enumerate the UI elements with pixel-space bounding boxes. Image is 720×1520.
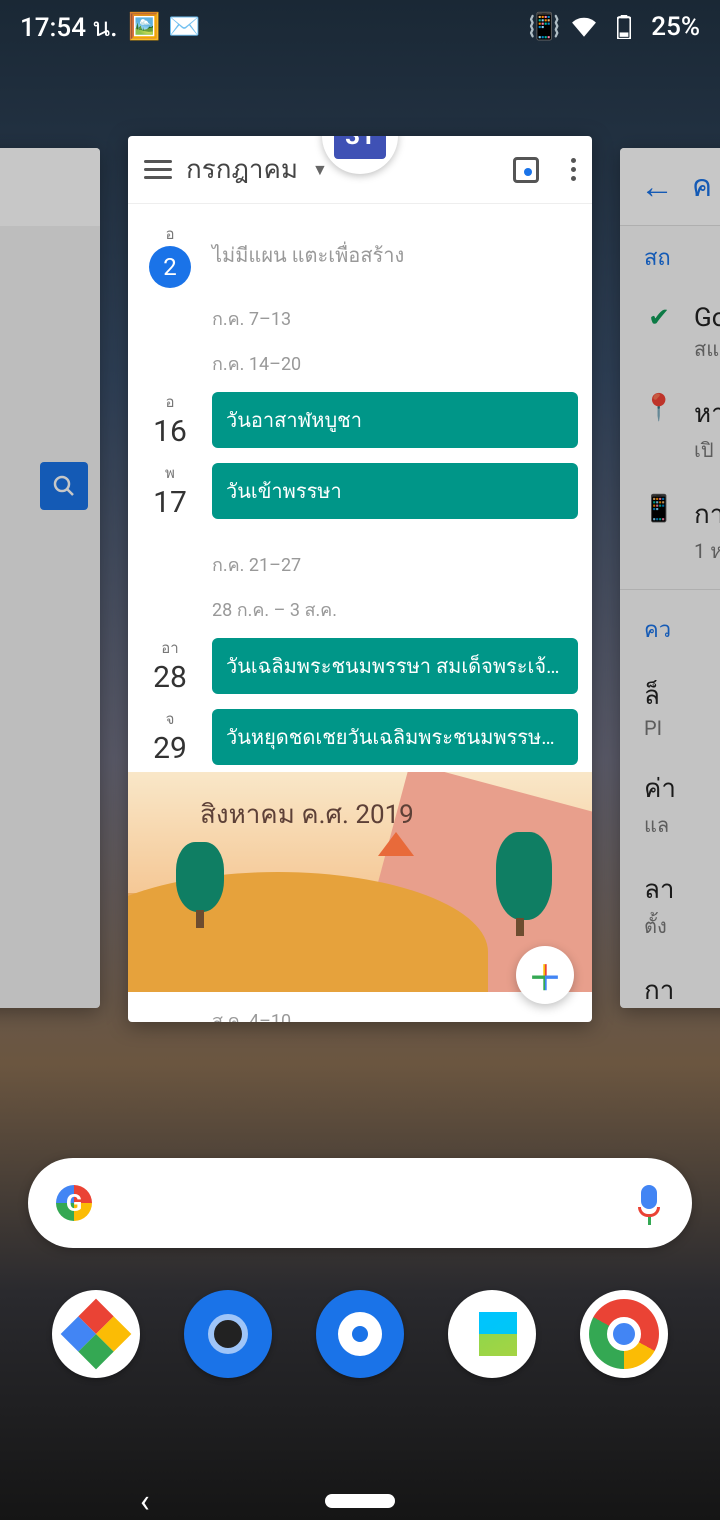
event-kings-birthday[interactable]: วันเฉลิมพระชนมพรรษา สมเด็จพระเจ้าอยู่หัว… [212,638,578,694]
app-camera[interactable] [184,1290,272,1378]
overflow-icon[interactable] [571,158,576,181]
system-nav-bar: ‹ [0,1494,720,1508]
app-chrome[interactable] [580,1290,668,1378]
fab-add-event[interactable]: ＋ [516,946,574,1004]
voice-search-icon[interactable] [634,1185,664,1221]
battery-icon [611,14,637,40]
recent-card-settings[interactable]: ← ค สถ ✔︎ Goสแ 📍 หาเปิ 📱 กา1 ห คว ล็PI ค… [620,148,720,1008]
recent-card-browser[interactable]: 1 ⋮ [0,148,100,1008]
location-pin-icon: 📍 [644,393,674,423]
home-dock [0,1290,720,1378]
section-label: สถ [620,226,720,289]
event-row[interactable]: พ17 วันเข้าพรรษา [128,455,592,526]
settings-title: ค [692,163,712,210]
battery-percent: 25% [651,12,700,42]
section-label: คว [620,598,720,661]
app-settings[interactable] [316,1290,404,1378]
status-time: 17:54 น. [20,7,117,48]
device-icon: 📱 [644,494,674,524]
back-arrow-icon[interactable]: ← [640,167,674,207]
app-play-store[interactable] [448,1290,536,1378]
menu-icon[interactable] [144,160,172,179]
event-lent[interactable]: วันเข้าพรรษา [212,463,578,519]
empty-plan-text: ไม่มีแผน แตะเพื่อสร้าง [212,239,404,271]
wifi-icon [571,14,597,40]
app-photos[interactable] [52,1290,140,1378]
recents-overview: 1 ⋮ ← ค สถ ✔︎ Goสแ 📍 หาเปิ 📱 กา1 [0,130,720,1025]
recent-card-calendar[interactable]: 31 กรกฎาคม ▼ อ 2 ไม่มีแผน แตะเพื่อสร้าง … [128,136,592,1022]
event-row[interactable]: จ29 วันหยุดชดเชยวันเฉลิมพระชนมพรรษา สมเด… [128,701,592,772]
next-month-label: สิงหาคม ค.ศ. 2019 [200,794,414,835]
week-label: ส.ค. 4–10 [128,996,592,1022]
settings-row[interactable]: ค่าแล [620,754,720,855]
week-label: ก.ค. 21–27 [128,540,592,585]
month-title[interactable]: กรกฎาคม [186,149,298,190]
google-logo-icon [56,1185,92,1221]
event-row[interactable]: อา28 วันเฉลิมพระชนมพรรษา สมเด็จพระเจ้าอย… [128,630,592,701]
plus-icon: ＋ [528,951,562,1000]
status-bar: 17:54 น. 🖼️ ✉️ 📳 25% [0,0,720,54]
today-dow: อ [165,222,174,246]
nav-back-button[interactable]: ‹ [140,1482,150,1520]
divider [620,589,720,590]
settings-row[interactable]: 📱 กา1 ห [620,480,720,581]
vibrate-icon: 📳 [531,14,557,40]
week-label: ก.ค. 14–20 [128,339,592,384]
event-asanha[interactable]: วันอาสาฬหบูชา [212,392,578,448]
search-button[interactable] [40,462,88,510]
today-number: 2 [149,246,191,288]
today-icon[interactable] [513,157,539,183]
week-label: ก.ค. 7–13 [128,294,592,339]
settings-row[interactable]: 📍 หาเปิ [620,379,720,480]
week-label: 28 ก.ค. – 3 ส.ค. [128,585,592,630]
gmail-icon: ✉️ [171,14,197,40]
event-row[interactable]: อ16 วันอาสาฬหบูชา [128,384,592,455]
gallery-icon: 🖼️ [131,14,157,40]
today-row[interactable]: อ 2 ไม่มีแผน แตะเพื่อสร้าง [128,216,592,294]
nav-home-pill[interactable] [325,1494,395,1508]
event-substitute-holiday[interactable]: วันหยุดชดเชยวันเฉลิมพระชนมพรรษา สมเด็จพร… [212,709,578,765]
shield-icon: ✔︎ [644,303,674,333]
settings-row[interactable]: ✔︎ Goสแ [620,289,720,379]
settings-row[interactable]: ล็PI [620,661,720,754]
settings-row[interactable]: ลาตั้ง [620,855,720,956]
google-search-bar[interactable] [28,1158,692,1248]
settings-row[interactable]: กากา [620,956,720,1008]
dropdown-icon[interactable]: ▼ [312,160,328,180]
